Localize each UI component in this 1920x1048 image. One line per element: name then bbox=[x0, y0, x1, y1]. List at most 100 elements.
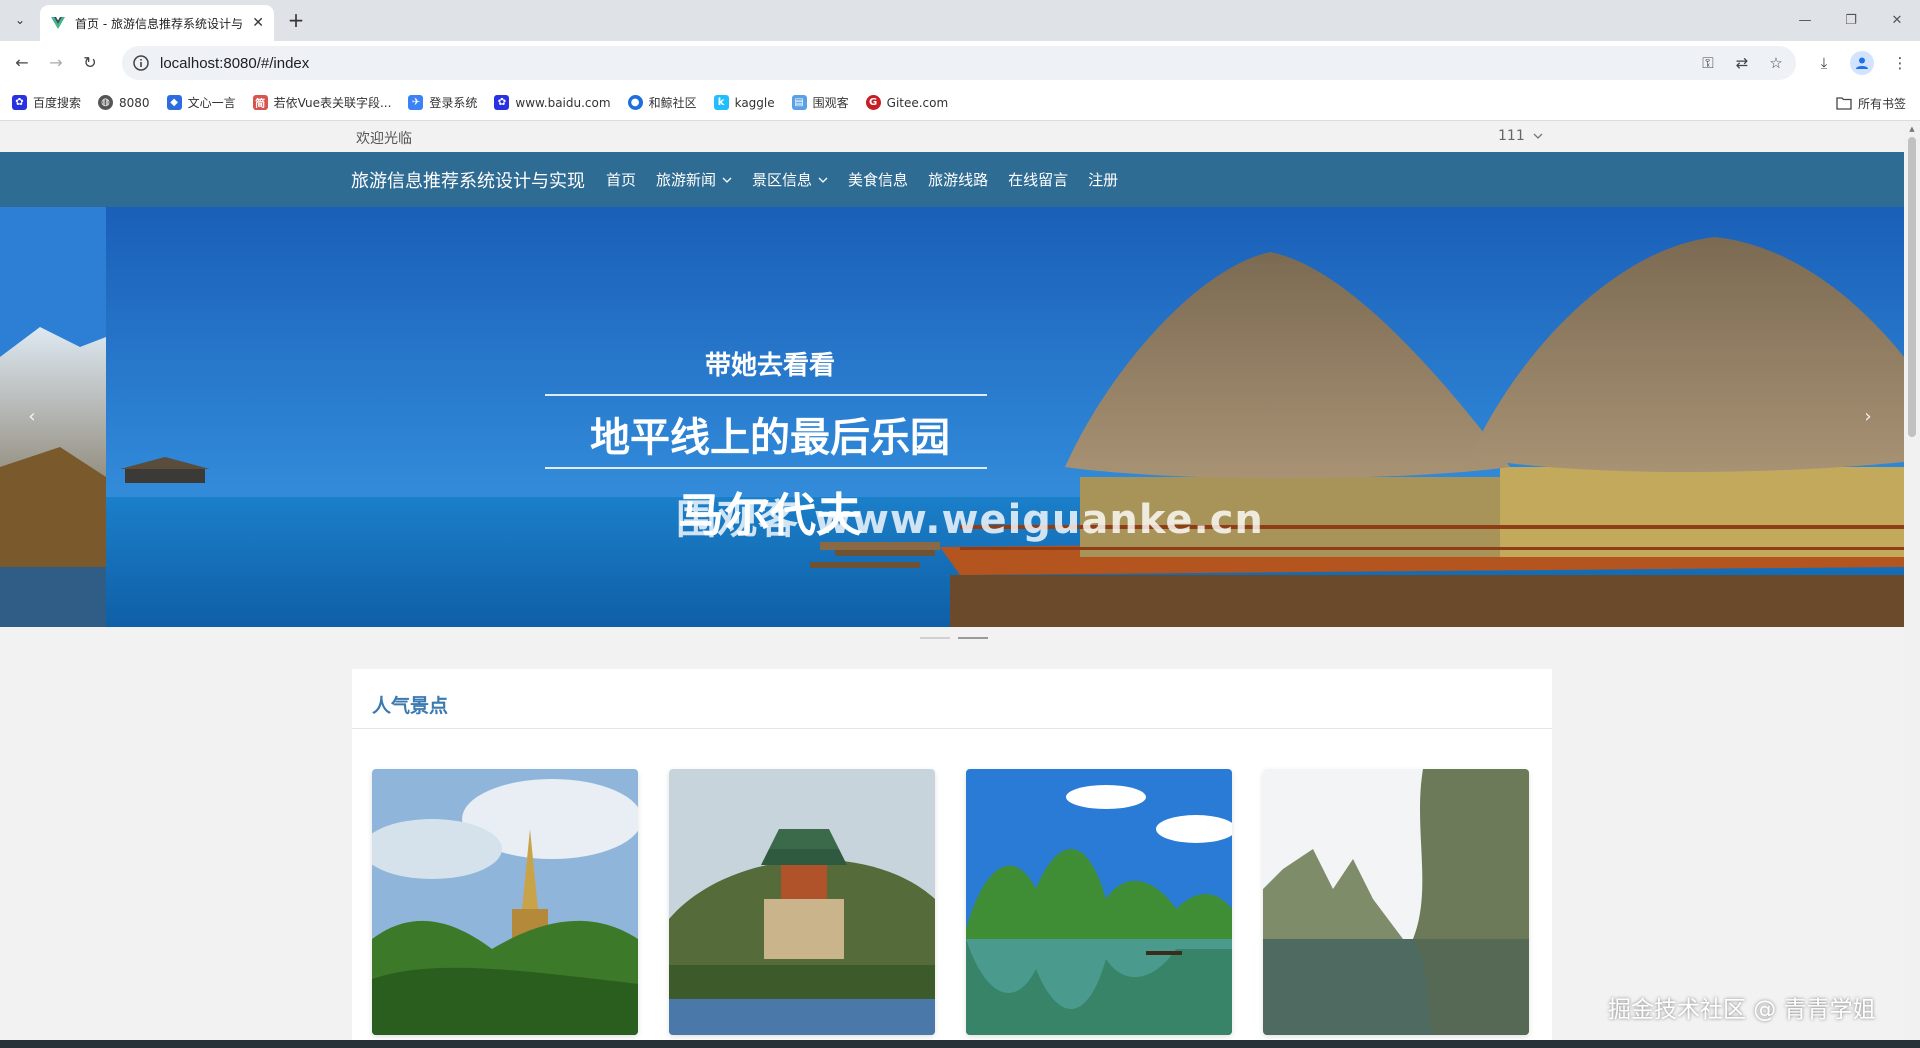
nav-label: 在线留言 bbox=[1008, 171, 1069, 189]
spot-image-guilin-river bbox=[966, 769, 1232, 1035]
toolbar-right-actions: ⤓ ⋮ bbox=[1812, 51, 1912, 75]
bookmark-item[interactable]: ✈ 登录系统 bbox=[408, 94, 477, 111]
bookmark-label: 若依Vue表关联字段... bbox=[273, 96, 392, 110]
menu-kebab-icon[interactable]: ⋮ bbox=[1888, 51, 1912, 75]
address-bar[interactable]: localhost:8080/#/index ⚿ ⇄ ☆ bbox=[122, 46, 1796, 80]
restore-icon[interactable]: ❐ bbox=[1828, 0, 1874, 41]
bookmark-item[interactable]: ✿ 百度搜索 bbox=[12, 94, 81, 111]
browser-toolbar: ← → ↻ localhost:8080/#/index ⚿ ⇄ ☆ ⤓ ⋮ bbox=[0, 41, 1920, 85]
bookmark-label: www.baidu.com bbox=[515, 95, 611, 110]
spot-card[interactable] bbox=[372, 769, 638, 1035]
bookmark-label: Gitee.com bbox=[886, 95, 949, 110]
bird-icon: ✈ bbox=[408, 95, 424, 110]
banner-headline: 地平线上的最后乐园 bbox=[590, 415, 950, 461]
doc-icon: ▤ bbox=[791, 95, 807, 110]
nav-item-home[interactable]: 首页 bbox=[606, 169, 636, 190]
scroll-thumb[interactable] bbox=[1908, 137, 1916, 437]
bookmark-label: 百度搜索 bbox=[33, 96, 82, 110]
banner-subtitle: 带她去看看 bbox=[704, 351, 835, 381]
bookmark-item[interactable]: ◍ 8080 bbox=[98, 95, 150, 110]
nav-label: 旅游线路 bbox=[928, 171, 989, 189]
nav-menu: 首页 旅游新闻 景区信息 美食信息 旅游线路 在线留言 注册 bbox=[606, 169, 1138, 190]
whale-icon: ● bbox=[627, 95, 643, 110]
forward-arrow-icon[interactable]: → bbox=[44, 51, 68, 75]
nav-label: 旅游新闻 bbox=[656, 171, 717, 189]
site-info-icon[interactable] bbox=[132, 54, 150, 72]
popular-spots-section: 人气景点 bbox=[352, 669, 1552, 1048]
main-navbar: 旅游信息推荐系统设计与实现 首页 旅游新闻 景区信息 美食信息 旅游线路 在线留… bbox=[0, 152, 1904, 207]
spot-image-pagoda-jungle bbox=[372, 769, 638, 1035]
carousel-prev-icon[interactable]: ‹ bbox=[20, 405, 44, 429]
site-brand[interactable]: 旅游信息推荐系统设计与实现 bbox=[351, 167, 585, 193]
back-arrow-icon[interactable]: ← bbox=[10, 51, 34, 75]
nav-item-messages[interactable]: 在线留言 bbox=[1008, 169, 1068, 190]
paw-icon: ✿ bbox=[494, 95, 510, 110]
tab-search-chevron-icon[interactable]: ⌄ bbox=[8, 8, 32, 32]
chevron-down-icon bbox=[722, 177, 732, 183]
nav-label: 美食信息 bbox=[848, 171, 909, 189]
bookmark-item[interactable]: ✿ www.baidu.com bbox=[494, 95, 611, 110]
vue-favicon-icon bbox=[51, 17, 65, 29]
gitee-icon: G bbox=[865, 95, 881, 110]
download-icon[interactable]: ⤓ bbox=[1812, 51, 1836, 75]
window-controls: — ❐ ✕ bbox=[1782, 0, 1920, 41]
bookmark-item[interactable]: ▤ 围观客 bbox=[791, 94, 849, 111]
reload-icon[interactable]: ↻ bbox=[78, 51, 102, 75]
folder-icon bbox=[1836, 97, 1852, 110]
nav-label: 景区信息 bbox=[752, 171, 813, 189]
welcome-text: 欢迎光临 bbox=[356, 131, 412, 147]
nav-label: 注册 bbox=[1088, 171, 1119, 189]
bookmark-item[interactable]: ◆ 文心一言 bbox=[166, 94, 236, 111]
bookmark-label: kaggle bbox=[734, 95, 775, 110]
spot-card[interactable] bbox=[966, 769, 1232, 1035]
bookmark-item[interactable]: G Gitee.com bbox=[865, 95, 949, 110]
all-bookmarks-label: 所有书签 bbox=[1857, 96, 1906, 111]
minimize-icon[interactable]: — bbox=[1782, 0, 1828, 41]
nav-item-travel-news[interactable]: 旅游新闻 bbox=[656, 169, 732, 190]
bookmark-item[interactable]: 简 若依Vue表关联字段... bbox=[252, 94, 392, 111]
close-window-icon[interactable]: ✕ bbox=[1874, 0, 1920, 41]
chevron-down-icon bbox=[818, 177, 828, 183]
top-welcome-bar: 欢迎光临 111 bbox=[0, 121, 1904, 152]
bookmark-label: 和鲸社区 bbox=[648, 96, 697, 110]
bookmark-label: 围观客 bbox=[812, 96, 849, 110]
scroll-up-icon[interactable]: ▲ bbox=[1908, 125, 1916, 133]
paw-icon: ✿ bbox=[12, 95, 27, 110]
bookmark-label: 登录系统 bbox=[429, 96, 478, 110]
translate-icon[interactable]: ⇄ bbox=[1732, 53, 1752, 73]
banner-overlay-watermark: 围观客 www.weiguanke.cn bbox=[676, 497, 1264, 543]
browser-tab-active[interactable]: 首页 - 旅游信息推荐系统设计与 ✕ bbox=[40, 5, 274, 41]
url-text: localhost:8080/#/index bbox=[160, 54, 310, 72]
username: 111 bbox=[1498, 128, 1525, 144]
password-key-icon[interactable]: ⚿ bbox=[1698, 53, 1718, 73]
nav-item-scenic-info[interactable]: 景区信息 bbox=[752, 169, 828, 190]
tab-close-icon[interactable]: ✕ bbox=[252, 15, 264, 31]
nav-item-food-info[interactable]: 美食信息 bbox=[848, 169, 908, 190]
bookmarks-bar: ✿ 百度搜索 ◍ 8080 ◆ 文心一言 简 若依Vue表关联字段... ✈ 登… bbox=[0, 85, 1920, 121]
cube-icon: ◆ bbox=[166, 95, 182, 110]
address-bar-actions: ⚿ ⇄ ☆ bbox=[1698, 53, 1786, 73]
carousel-next-icon[interactable]: › bbox=[1856, 405, 1880, 429]
profile-avatar-icon[interactable] bbox=[1850, 51, 1874, 75]
bookmark-star-icon[interactable]: ☆ bbox=[1766, 53, 1786, 73]
bookmark-item[interactable]: ● 和鲸社区 bbox=[627, 94, 697, 111]
page-scrollbar[interactable]: ▲ bbox=[1904, 121, 1920, 1048]
new-tab-button[interactable]: + bbox=[284, 9, 308, 33]
carousel-indicator-active[interactable] bbox=[958, 637, 988, 639]
carousel-indicators bbox=[920, 637, 988, 639]
banner-carousel[interactable]: 带她去看看 地平线上的最后乐园 马尔代夫 围观客 www.weiguanke.c… bbox=[0, 207, 1904, 627]
section-divider bbox=[352, 728, 1552, 729]
user-dropdown[interactable]: 111 bbox=[1498, 128, 1543, 144]
page-viewport: 欢迎光临 111 旅游信息推荐系统设计与实现 首页 旅游新闻 景区信息 美食信息… bbox=[0, 121, 1920, 1048]
bookmark-item[interactable]: k kaggle bbox=[713, 95, 775, 110]
globe-icon: ◍ bbox=[98, 95, 114, 110]
all-bookmarks-button[interactable]: 所有书签 bbox=[1836, 85, 1906, 121]
nav-item-register[interactable]: 注册 bbox=[1088, 169, 1118, 190]
carousel-indicator[interactable] bbox=[920, 637, 950, 639]
bookmark-icon: 简 bbox=[252, 95, 268, 110]
spot-card[interactable] bbox=[1263, 769, 1529, 1035]
bookmark-label: 文心一言 bbox=[187, 96, 236, 110]
nav-item-travel-routes[interactable]: 旅游线路 bbox=[928, 169, 988, 190]
spot-card[interactable] bbox=[669, 769, 935, 1035]
section-title: 人气景点 bbox=[372, 695, 449, 717]
